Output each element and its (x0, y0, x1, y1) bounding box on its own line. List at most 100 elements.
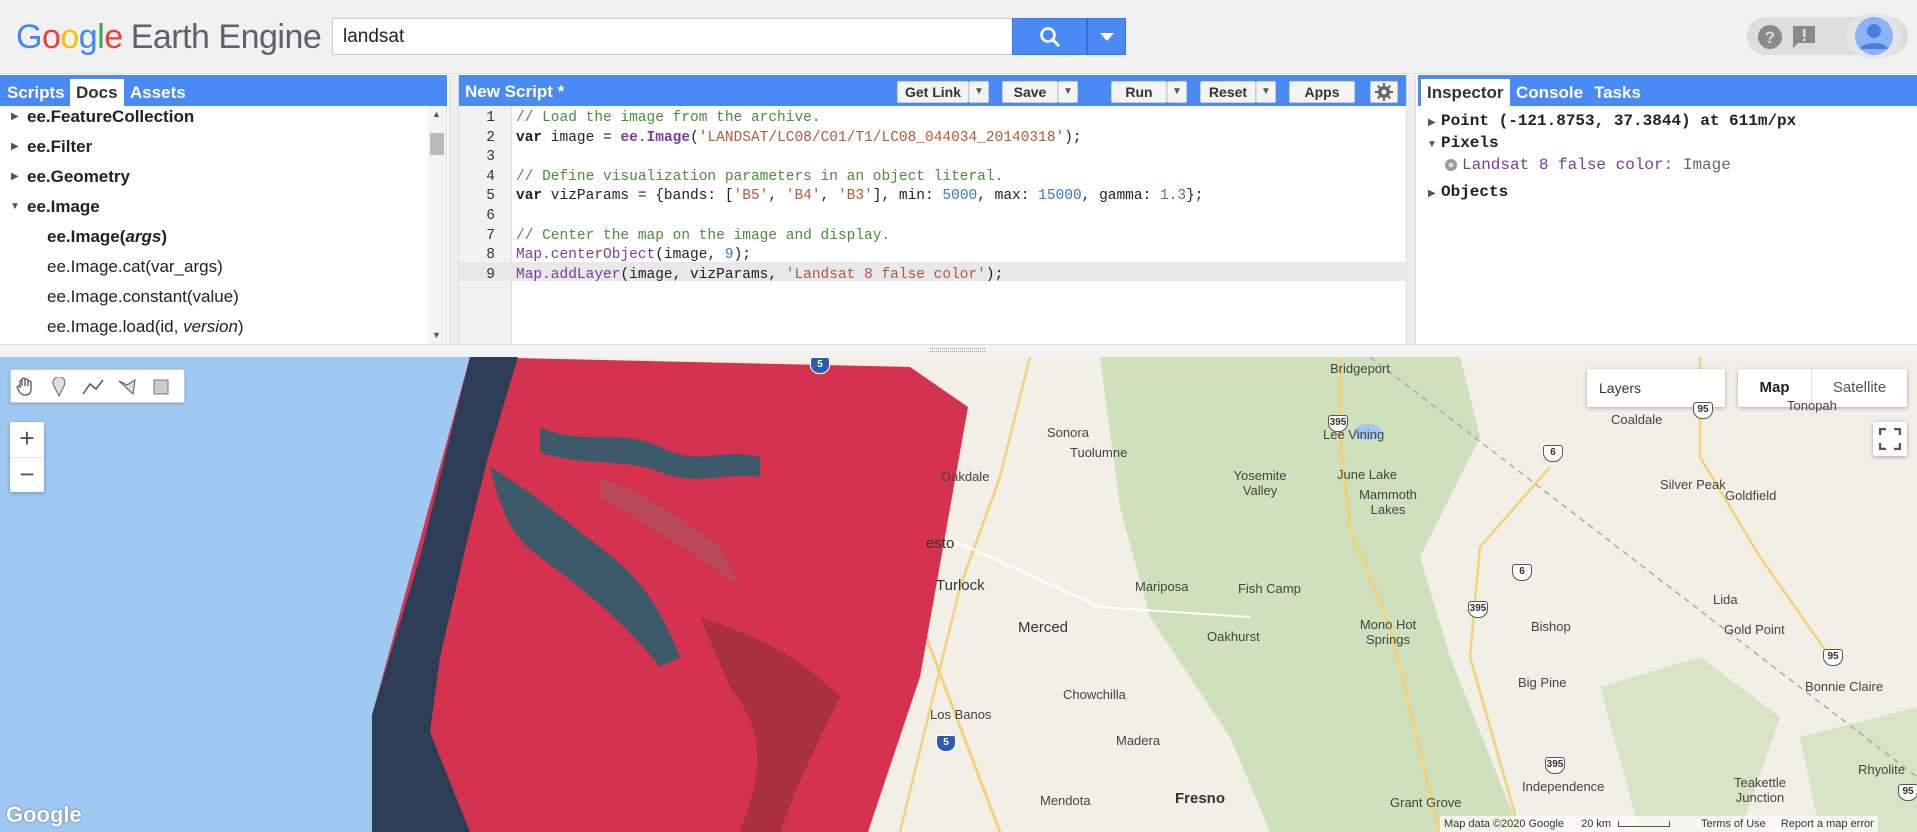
editor-settings-button[interactable] (1370, 81, 1398, 103)
city-label: Mono Hot Springs (1359, 617, 1417, 647)
logo-product-name: Earth Engine (130, 18, 322, 56)
route-shield-icon: 95 (1823, 649, 1843, 666)
city-label: Fish Camp (1238, 581, 1301, 596)
report-error-link[interactable]: Report a map error (1781, 818, 1874, 830)
fullscreen-icon (1879, 428, 1901, 450)
code-line[interactable]: // Center the map on the image and displ… (516, 228, 890, 244)
doc-item-geometry[interactable]: ee.Geometry (27, 167, 130, 187)
polyline-icon[interactable] (81, 375, 105, 399)
route-shield-icon: 95 (1898, 784, 1917, 801)
map-scale-bar (1618, 821, 1671, 827)
save-dropdown[interactable]: ▼ (1058, 81, 1078, 103)
code-line[interactable]: var image = ee.Image('LANDSAT/LC08/C01/T… (516, 130, 1082, 146)
search-button[interactable] (1012, 18, 1087, 55)
city-label: Silver Peak (1660, 477, 1726, 492)
city-label: Yosemite Valley (1233, 468, 1287, 498)
code-line[interactable]: // Load the image from the archive. (516, 110, 821, 126)
inspector-layer[interactable]: Landsat 8 false color: Image (1462, 156, 1731, 174)
zoom-in-button[interactable]: + (10, 422, 44, 457)
expand-arrow-icon[interactable]: ▶ (1428, 188, 1436, 199)
zoom-out-button[interactable]: − (10, 457, 44, 492)
inspector-pixels[interactable]: Pixels (1441, 134, 1499, 152)
tab-scripts[interactable]: Scripts (1, 79, 71, 106)
map-footer: Map data ©2020 Google 20 km Terms of Use… (1440, 816, 1878, 832)
line-number: 6 (486, 208, 495, 224)
route-shield-icon: 6 (1512, 564, 1532, 581)
code-line[interactable]: // Define visualization parameters in an… (516, 169, 1003, 185)
expand-arrow-icon[interactable]: ▶ (11, 171, 19, 182)
route-shield-icon: 395 (1328, 415, 1348, 432)
city-label: Turlock (936, 577, 985, 594)
reset-dropdown[interactable]: ▼ (1256, 81, 1276, 103)
inspector-point: Point (-121.8753, 37.3844) at 611m/px (1441, 112, 1797, 130)
fullscreen-button[interactable] (1873, 422, 1907, 456)
get-link-dropdown[interactable]: ▼ (969, 81, 989, 103)
scroll-down-icon[interactable]: ▼ (432, 330, 441, 340)
run-dropdown[interactable]: ▼ (1167, 81, 1187, 103)
expand-arrow-icon[interactable]: ▶ (11, 141, 19, 152)
get-link-button[interactable]: Get Link (897, 81, 969, 103)
reset-button[interactable]: Reset (1200, 81, 1256, 103)
terms-link[interactable]: Terms of Use (1701, 818, 1766, 830)
earth-engine-logo[interactable]: Google Earth Engine (16, 18, 322, 57)
apps-button[interactable]: Apps (1289, 81, 1355, 103)
city-label: Big Pine (1518, 675, 1567, 690)
polygon-icon[interactable] (115, 375, 139, 399)
docs-scroll-thumb[interactable] (430, 133, 444, 155)
left-splitter[interactable] (449, 75, 459, 344)
save-button[interactable]: Save (1002, 81, 1058, 103)
rectangle-icon[interactable] (149, 375, 173, 399)
tab-docs[interactable]: Docs (70, 79, 124, 106)
tab-console[interactable]: Console (1510, 79, 1589, 106)
city-label: Grant Grove (1390, 795, 1462, 810)
city-label: Mendota (1040, 793, 1091, 808)
left-panel-tabbar: Scripts Docs Assets (0, 75, 447, 106)
account-avatar[interactable] (1847, 14, 1901, 58)
zoom-controls: + − (10, 422, 44, 492)
inspector-panel: ▶ Point (-121.8753, 37.3844) at 611m/px … (1418, 106, 1917, 344)
doc-item-filter[interactable]: ee.Filter (27, 137, 92, 157)
gear-icon (1375, 83, 1393, 101)
line-number: 3 (486, 149, 495, 166)
doc-item-image-load[interactable]: ee.Image.load(id, version) (47, 317, 244, 337)
inspector-objects[interactable]: Objects (1441, 183, 1508, 201)
right-panel-tabbar: Inspector Console Tasks (1418, 75, 1917, 106)
expand-arrow-icon[interactable]: ▶ (11, 111, 19, 122)
route-shield-icon: 5 (936, 735, 956, 752)
map-drag-handle[interactable] (0, 344, 1917, 357)
collapse-arrow-icon[interactable]: ▼ (10, 201, 20, 212)
map-canvas[interactable]: + − Layers Map Satellite Bridgeport Sono… (0, 357, 1917, 832)
doc-item-image-constructor[interactable]: ee.Image(args) (47, 227, 167, 247)
scroll-up-icon[interactable]: ▲ (432, 109, 441, 119)
code-line[interactable]: Map.addLayer(image, vizParams, 'Landsat … (516, 267, 1003, 283)
doc-item-image[interactable]: ee.Image (27, 197, 100, 217)
doc-item-image-constant[interactable]: ee.Image.constant(value) (47, 287, 239, 307)
feedback-icon[interactable] (1791, 24, 1817, 55)
docs-panel: ▶ ee.FeatureCollection ▶ ee.Filter ▶ ee.… (0, 106, 447, 344)
city-label: Madera (1116, 733, 1161, 748)
marker-icon[interactable] (47, 375, 71, 399)
run-button[interactable]: Run (1111, 81, 1167, 103)
help-icon[interactable]: ? (1757, 24, 1783, 55)
expand-arrow-icon[interactable]: ▶ (1428, 117, 1436, 128)
right-splitter[interactable] (1406, 75, 1416, 344)
tab-inspector[interactable]: Inspector (1421, 79, 1510, 106)
google-map-wordmark: Google (6, 802, 82, 827)
city-label: Bridgeport (1330, 361, 1390, 376)
search-input[interactable]: landsat (332, 18, 1013, 55)
code-line[interactable]: var vizParams = {bands: ['B5', 'B4', 'B3… (516, 188, 1204, 204)
city-label: Rhyolite (1858, 762, 1905, 777)
svg-text:?: ? (1765, 28, 1775, 47)
doc-item-image-cat[interactable]: ee.Image.cat(var_args) (47, 257, 223, 277)
inspector-layer-type: Image (1682, 156, 1731, 174)
tab-tasks[interactable]: Tasks (1588, 79, 1647, 106)
line-number: 2 (486, 129, 495, 146)
tab-assets[interactable]: Assets (124, 79, 192, 106)
code-line[interactable]: Map.centerObject(image, 9); (516, 247, 751, 263)
search-options-dropdown[interactable] (1087, 18, 1126, 55)
search-icon (1039, 26, 1060, 47)
city-label: Tuolumne (1070, 445, 1128, 460)
pan-hand-icon[interactable] (13, 375, 37, 399)
collapse-arrow-icon[interactable]: ▼ (1427, 139, 1437, 150)
doc-item-featurecollection[interactable]: ee.FeatureCollection (27, 107, 194, 127)
